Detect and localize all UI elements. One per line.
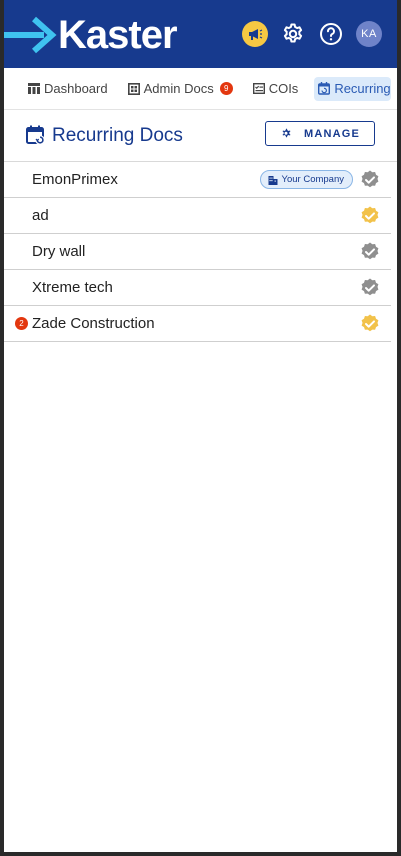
kaster-logo[interactable]: Kaster [4,13,178,57]
gear-icon [282,128,291,137]
company-list: EmonPrimex Your Company ad Dry wall Xtre… [4,162,397,342]
list-item[interactable]: EmonPrimex Your Company [4,162,391,198]
verified-badge-icon [359,241,381,263]
manage-button[interactable]: MANAGE [265,121,375,146]
logo-arrow-icon [4,16,57,54]
calendar-recurring-icon [318,82,331,95]
tab-label: Dashboard [44,81,108,96]
notification-badge: 9 [219,82,233,95]
list-item[interactable]: ad [4,198,391,234]
avatar: KA [356,21,382,47]
calendar-recurring-icon [26,125,45,145]
tab-label: Admin Docs [143,81,214,96]
list-item[interactable]: Xtreme tech [4,270,391,306]
list-item[interactable]: 2 Zade Construction [4,306,391,342]
announcements-button[interactable] [241,20,269,48]
verified-badge-icon [359,313,381,335]
nav-tabs: Dashboard Admin Docs 9 COIs Recurring [4,68,397,110]
your-company-badge: Your Company [259,170,353,189]
tab-label: Recurring [334,81,391,96]
list-item[interactable]: Dry wall [4,234,391,270]
company-name: EmonPrimex [32,171,118,188]
logo-text: Kaster [58,13,178,57]
verified-badge-icon [359,277,381,299]
tab-label: COIs [268,81,299,96]
company-name: Zade Construction [32,315,155,332]
page-title: Recurring Docs [52,124,183,146]
building-icon [268,175,277,185]
user-menu-button[interactable]: KA [355,20,383,48]
help-button[interactable] [317,20,345,48]
app-window: Kaster KA Dashboard Admin Docs 9 COIs Re… [0,0,401,856]
gear-icon [283,23,303,43]
top-header: Kaster KA [4,0,397,68]
tab-dashboard[interactable]: Dashboard [24,77,112,101]
manage-label: MANAGE [303,127,361,140]
admin-docs-icon [127,82,140,95]
notification-badge: 2 [15,317,28,330]
tab-recurring[interactable]: Recurring [314,76,391,101]
company-name: Dry wall [32,243,86,260]
help-icon [320,23,342,45]
header-actions: KA [241,20,383,48]
tab-admin-docs[interactable]: Admin Docs 9 [124,77,237,101]
company-name: Xtreme tech [32,279,113,296]
tab-cois[interactable]: COIs [249,77,303,101]
coi-icon [252,83,265,94]
dashboard-icon [28,83,40,94]
company-name: ad [32,207,49,224]
pill-label: Your Company [281,174,345,185]
settings-button[interactable] [279,20,307,48]
verified-badge-icon [359,169,381,191]
page-header: Recurring Docs MANAGE [4,110,397,162]
verified-badge-icon [359,205,381,227]
megaphone-icon [242,21,268,47]
